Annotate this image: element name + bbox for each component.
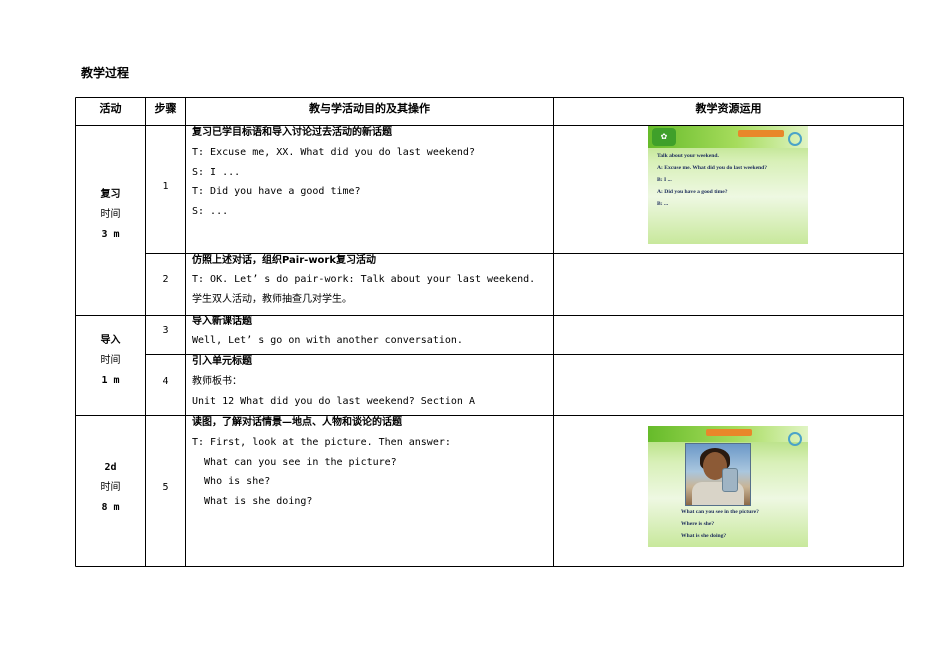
slide-line: A: Excuse me. What did you do last weeke… — [657, 165, 768, 171]
girl-photo — [685, 443, 751, 506]
note-line: 教师板书： — [192, 376, 242, 387]
dialogue-line: What can you see in the picture? — [192, 457, 397, 468]
time-value: 8 m — [101, 502, 120, 513]
dialogue-line: T: OK. Let’ s do pair-work: Talk about y… — [192, 274, 536, 285]
step-title: 仿照上述对话，组织Pair-work复习活动 — [192, 255, 377, 266]
slide-line: What can you see in the picture? — [681, 509, 759, 515]
time-label: 时间 — [100, 482, 121, 493]
slide-line: What is she doing? — [681, 533, 727, 539]
time-value: 3 m — [101, 229, 120, 240]
time-value: 1 m — [101, 375, 120, 386]
time-label: 时间 — [100, 355, 121, 366]
header-activity: 活动 — [99, 102, 122, 115]
dialogue-line: T: Excuse me, XX. What did you do last w… — [192, 147, 475, 158]
slide-image-picture: What can you see in the picture? Where i… — [648, 426, 808, 547]
slide-tab — [706, 429, 752, 436]
activity-name: 复习 — [100, 189, 121, 200]
header-operation: 教与学活动目的及其操作 — [309, 102, 430, 115]
swirl-icon — [788, 432, 802, 446]
slide-tab — [738, 130, 784, 137]
publisher-logo: ✿ — [652, 128, 676, 146]
slide-line: Where is she? — [681, 521, 715, 527]
swirl-icon — [788, 132, 802, 146]
step-title: 读图，了解对话情景—地点、人物和谈论的话题 — [192, 417, 402, 428]
dialogue-line: Well, Let’ s go on with another conversa… — [192, 335, 463, 346]
note-line: 学生双人活动，教师抽查几对学生。 — [192, 294, 352, 305]
step-title: 导入新课话题 — [192, 316, 252, 327]
header-resource: 教学资源运用 — [695, 102, 762, 115]
slide-line: Talk about your weekend. — [657, 153, 719, 159]
slide-line: A: Did you have a good time? — [657, 189, 728, 195]
dialogue-line: T: Did you have a good time? — [192, 186, 361, 197]
dialogue-line: Who is she? — [192, 476, 271, 487]
dialogue-line: T: First, look at the picture. Then answ… — [192, 437, 451, 448]
slide-line: B: I ... — [657, 177, 672, 183]
step-title: 复习已学目标语和导入讨论过去活动的新话题 — [192, 127, 392, 138]
unit-title-line: Unit 12 What did you do last weekend? Se… — [192, 396, 475, 407]
dialogue-line: S: I ... — [192, 167, 241, 178]
time-label: 时间 — [100, 209, 121, 220]
header-step: 步骤 — [154, 102, 177, 115]
step-number: 2 — [162, 274, 169, 285]
slide-line: B: ... — [657, 201, 669, 207]
slide-image-weekend: ✿ Talk about your weekend. A: Excuse me.… — [648, 126, 808, 244]
activity-name: 导入 — [100, 335, 121, 346]
dialogue-line: S: ... — [192, 206, 229, 217]
step-title: 引入单元标题 — [192, 356, 252, 367]
step-number: 4 — [162, 376, 169, 387]
activity-name: 2d — [104, 462, 117, 473]
step-number: 3 — [162, 325, 169, 336]
dialogue-line: What is she doing? — [192, 496, 313, 507]
section-title: 教学过程 — [81, 66, 130, 80]
step-number: 1 — [162, 181, 169, 192]
step-number: 5 — [162, 482, 169, 493]
